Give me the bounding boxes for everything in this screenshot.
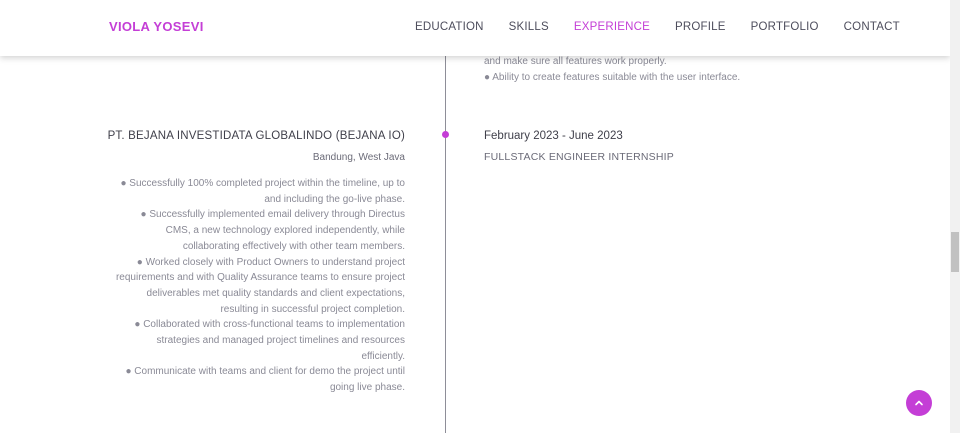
nav-menu: EDUCATION SKILLS EXPERIENCE PROFILE PORT… <box>415 21 900 33</box>
page-scrollbar[interactable] <box>950 0 960 433</box>
scrollbar-thumb[interactable] <box>951 232 959 272</box>
previous-entry-line: ● Ability to create features suitable wi… <box>484 72 741 83</box>
back-to-top-button[interactable] <box>906 390 932 416</box>
nav-item-portfolio[interactable]: PORTFOLIO <box>751 21 819 33</box>
timeline-line <box>445 56 446 433</box>
nav-item-contact[interactable]: CONTACT <box>844 21 900 33</box>
bullet-item: ● Collaborated with cross-functional tea… <box>134 319 405 362</box>
nav-item-profile[interactable]: PROFILE <box>675 21 726 33</box>
timeline-dot <box>442 131 449 138</box>
chevron-up-icon <box>915 400 923 406</box>
brand-logo[interactable]: VIOLA YOSEVI <box>109 19 204 34</box>
bullet-item: ● Worked closely with Product Owners to … <box>115 256 405 315</box>
bullet-item: ● Communicate with teams and client for … <box>125 366 405 394</box>
nav-item-skills[interactable]: SKILLS <box>509 21 549 33</box>
experience-date: February 2023 - June 2023 <box>484 130 623 142</box>
bullet-item: ● Successfully 100% completed project wi… <box>120 178 405 205</box>
experience-bullets: ● Successfully 100% completed project wi… <box>115 176 405 396</box>
company-name: PT. BEJANA INVESTIDATA GLOBALINDO (BEJAN… <box>107 130 405 142</box>
page: VIOLA YOSEVI EDUCATION SKILLS EXPERIENCE… <box>0 0 950 433</box>
previous-entry-text: and make sure all features work properly… <box>484 54 784 86</box>
nav-item-experience[interactable]: EXPERIENCE <box>574 21 650 33</box>
previous-entry-line: and make sure all features work properly… <box>484 56 667 67</box>
experience-role: FULLSTACK ENGINEER INTERNSHIP <box>484 151 674 163</box>
nav-item-education[interactable]: EDUCATION <box>415 21 484 33</box>
bullet-item: ● Successfully implemented email deliver… <box>140 209 405 252</box>
navbar: VIOLA YOSEVI EDUCATION SKILLS EXPERIENCE… <box>0 0 950 56</box>
company-location: Bandung, West Java <box>312 152 405 163</box>
